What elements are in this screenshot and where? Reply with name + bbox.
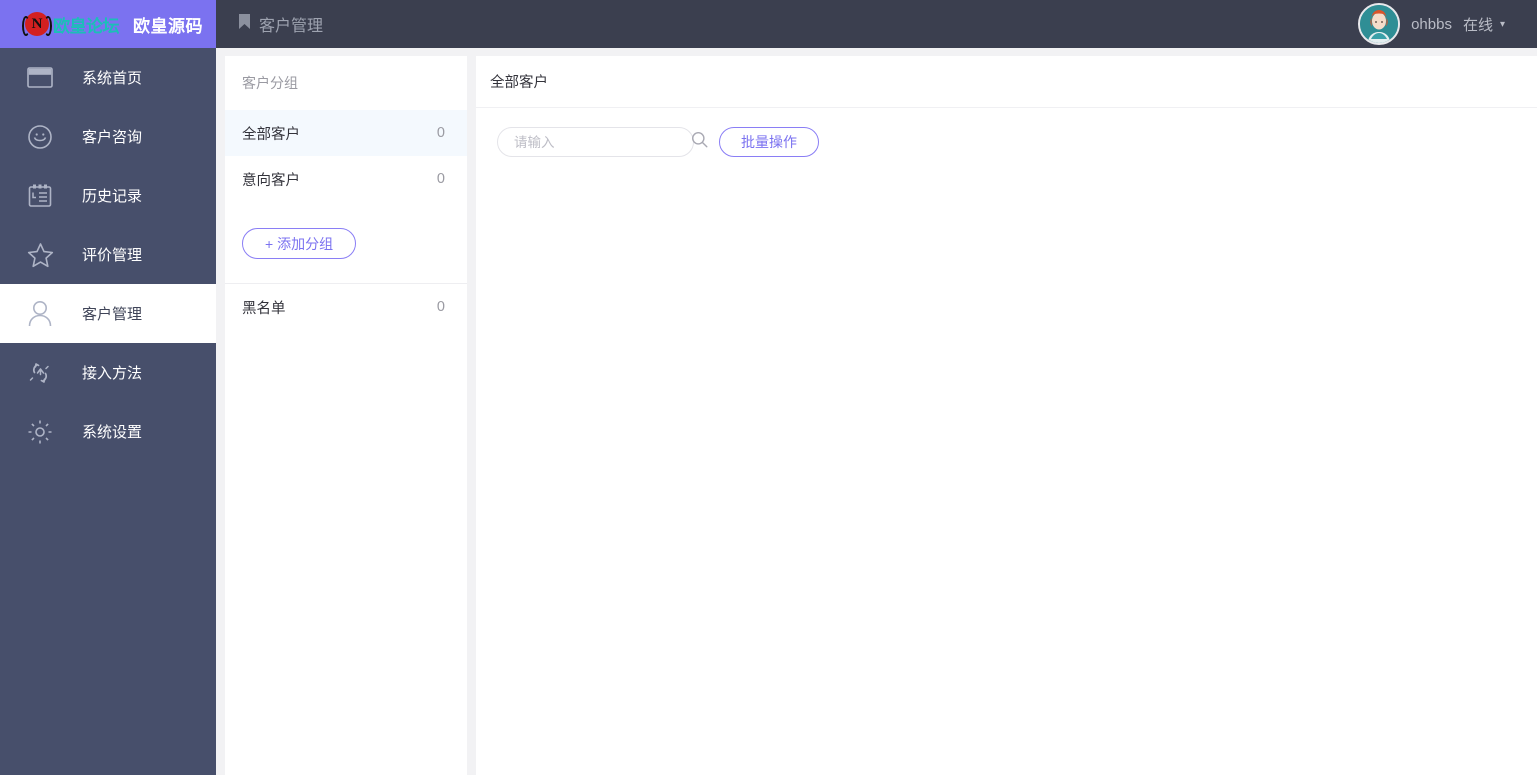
logo-area[interactable]: N 欧皇论坛 欧皇源码 — [0, 0, 216, 48]
group-panel-title: 客户分组 — [242, 75, 298, 91]
sidebar-item-history[interactable]: 历史记录 — [0, 166, 216, 225]
sidebar-item-access[interactable]: 接入方法 — [0, 343, 216, 402]
page-title-area: 客户管理 — [238, 12, 323, 36]
batch-operation-button[interactable]: 批量操作 — [719, 127, 819, 157]
top-bar: N 欧皇论坛 欧皇源码 客户管理 ohbbs 在线 ▾ — [0, 0, 1537, 48]
group-row-blacklist[interactable]: 黑名单 0 — [225, 284, 467, 330]
sidebar-item-home[interactable]: 系统首页 — [0, 48, 216, 107]
sidebar-item-review[interactable]: 评价管理 — [0, 225, 216, 284]
sidebar-item-label: 客户咨询 — [82, 129, 143, 146]
group-count: 0 — [436, 171, 445, 187]
content-toolbar: 批量操作 — [476, 108, 1537, 157]
search-input[interactable] — [514, 134, 691, 150]
logo-brand-text: 欧皇源码 — [133, 16, 203, 36]
add-group-button[interactable]: + 添加分组 — [242, 228, 357, 259]
sidebar-item-settings[interactable]: 系统设置 — [0, 402, 216, 461]
group-name: 黑名单 — [242, 300, 286, 317]
bookmark-icon — [238, 13, 251, 35]
group-count: 0 — [436, 299, 445, 315]
content-title: 全部客户 — [476, 56, 1537, 108]
user-name: ohbbs — [1411, 15, 1452, 33]
star-icon — [25, 240, 55, 270]
group-row-all[interactable]: 全部客户 0 — [225, 110, 467, 156]
notepad-icon — [25, 181, 55, 211]
sidebar-item-label: 接入方法 — [82, 365, 143, 382]
sidebar-item-label: 历史记录 — [82, 188, 143, 205]
sidebar-item-label: 系统设置 — [82, 424, 143, 441]
page-title: 客户管理 — [259, 18, 324, 35]
smiley-icon — [25, 122, 55, 152]
sidebar-item-customers[interactable]: 客户管理 — [0, 284, 216, 343]
sidebar-item-label: 客户管理 — [82, 306, 143, 323]
content-panel: 全部客户 批量操作 — [476, 56, 1537, 775]
logo-badge-letter: N — [31, 15, 43, 32]
connect-icon — [25, 358, 55, 388]
user-status: 在线 — [1462, 16, 1493, 34]
sidebar-item-consult[interactable]: 客户咨询 — [0, 107, 216, 166]
sidebar-item-label: 系统首页 — [82, 70, 143, 87]
search-box[interactable] — [497, 127, 708, 157]
group-name: 意向客户 — [242, 172, 300, 189]
avatar — [1358, 3, 1401, 45]
logo-badge-icon: N — [22, 12, 52, 36]
gear-icon — [25, 417, 55, 447]
search-icon[interactable] — [691, 131, 708, 153]
add-group-area: + 添加分组 — [225, 202, 467, 283]
group-name: 全部客户 — [242, 126, 300, 143]
user-menu[interactable]: ohbbs 在线 ▾ — [1358, 3, 1537, 45]
group-count: 0 — [436, 125, 445, 141]
person-icon — [25, 299, 55, 329]
sidebar-item-label: 评价管理 — [82, 247, 143, 264]
sidebar: 系统首页 客户咨询 历史记录 评价管理 客户管理 接入方法 系统设置 — [0, 48, 216, 775]
window-icon — [25, 63, 55, 93]
group-row-intent[interactable]: 意向客户 0 — [225, 156, 467, 202]
chevron-down-icon[interactable]: ▾ — [1500, 19, 1505, 30]
customer-group-panel: 客户分组 全部客户 0 意向客户 0 + 添加分组 黑名单 0 — [225, 56, 467, 775]
logo-forum-text: 欧皇论坛 — [53, 16, 120, 36]
